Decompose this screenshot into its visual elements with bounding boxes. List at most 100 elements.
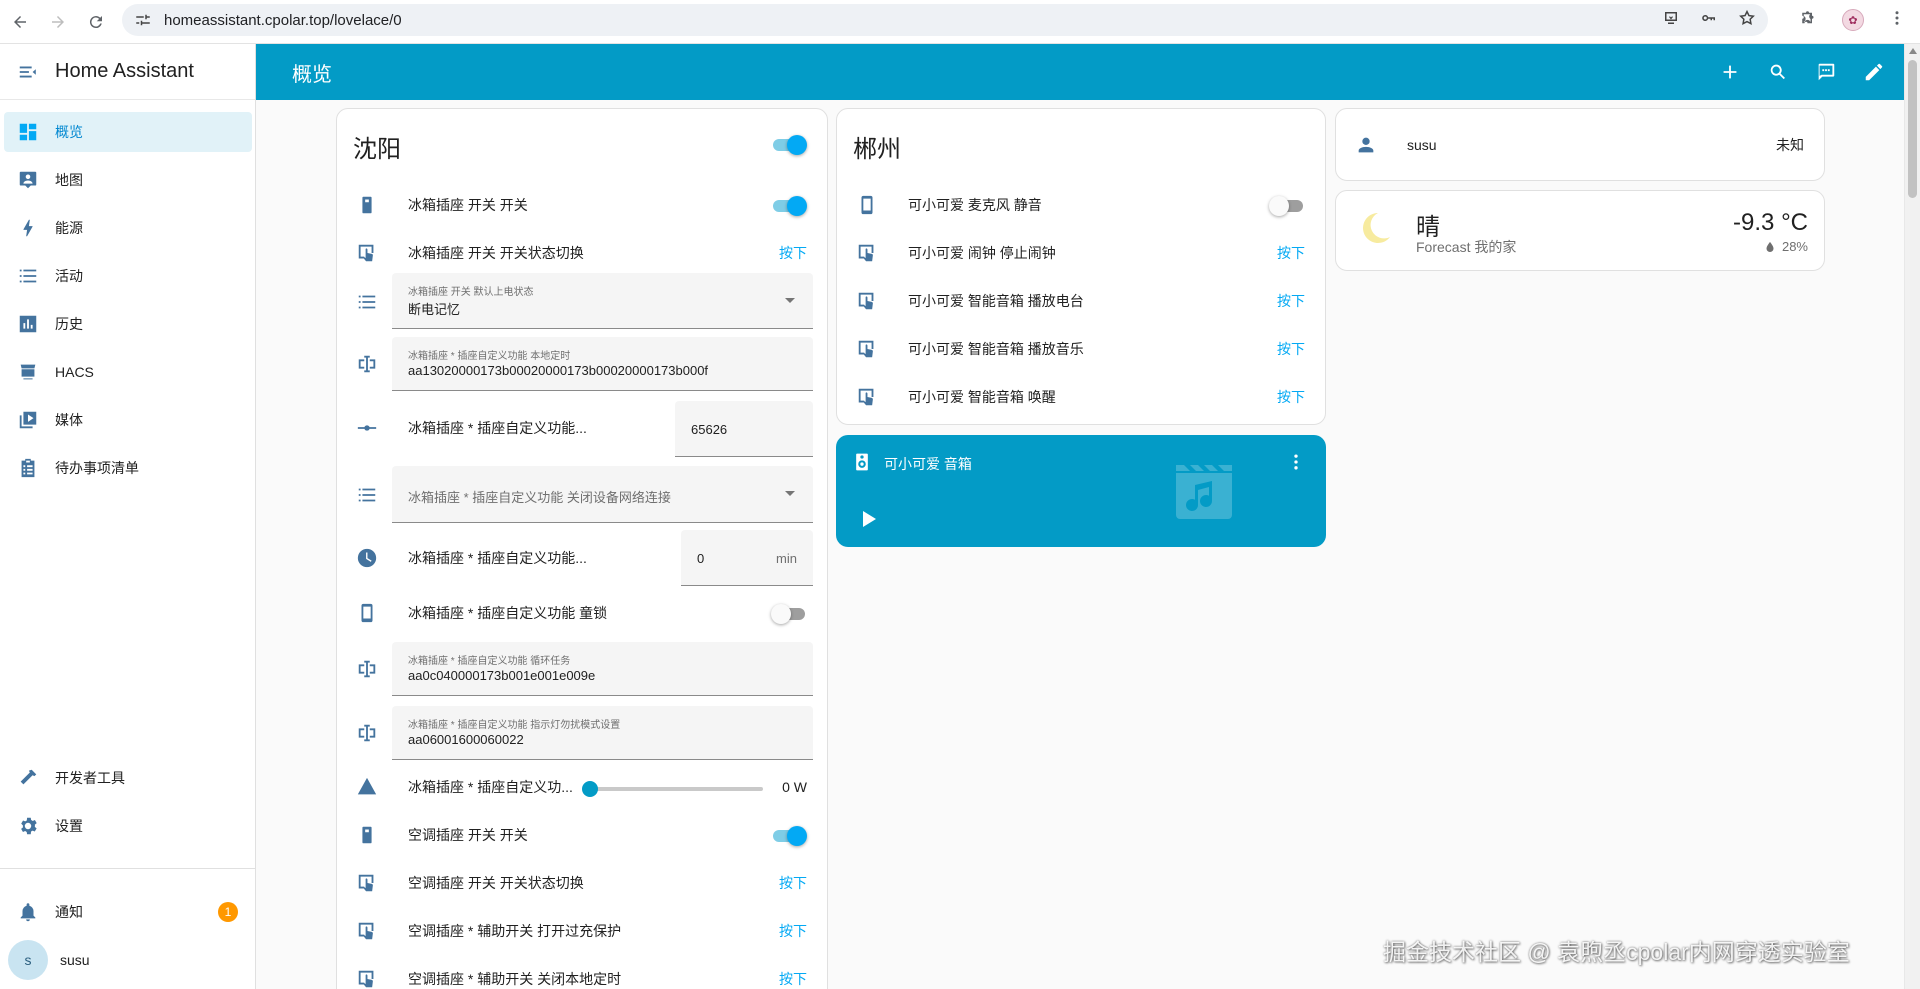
user-name: susu — [60, 952, 90, 968]
forward-icon[interactable] — [40, 4, 76, 40]
clock-icon — [355, 546, 379, 570]
assist-chat-icon[interactable] — [1802, 48, 1850, 96]
sidebar-item-label: 待办事项清单 — [55, 460, 139, 476]
entity-row: 冰箱插座 * 插座自定义功... 0 W — [337, 767, 827, 807]
back-icon[interactable] — [2, 4, 38, 40]
bookmark-star-icon[interactable] — [1738, 9, 1756, 32]
select-network-connection[interactable]: 冰箱插座 * 插座自定义功能 关闭设备网络连接 — [392, 466, 813, 523]
more-options-icon[interactable] — [1286, 452, 1306, 472]
press-button[interactable]: 按下 — [1277, 339, 1305, 359]
card-title: 郴州 — [853, 136, 901, 163]
text-loop-task[interactable]: 冰箱插座 * 插座自定义功能 循环任务 aa0c040000173b001e00… — [392, 642, 813, 696]
sidebar-item-label: 地图 — [55, 172, 83, 188]
gesture-tap-icon — [855, 289, 879, 313]
select-default-power-state[interactable]: 冰箱插座 开关 默认上电状态 断电记忆 — [392, 273, 813, 329]
press-button[interactable]: 按下 — [779, 969, 807, 989]
card-header-toggle[interactable] — [771, 134, 807, 155]
slider-track[interactable] — [582, 781, 763, 797]
scroll-up-arrow[interactable] — [1909, 48, 1917, 54]
sidebar-item-label: 概览 — [55, 124, 83, 140]
sidebar-item-todo[interactable]: 待办事项清单 — [4, 448, 252, 488]
number-input-minutes[interactable]: 0 min — [681, 530, 813, 586]
sidebar-item-label: 历史 — [55, 316, 83, 332]
list-icon — [4, 265, 52, 287]
entity-row: 冰箱插座 开关 开关状态切换 按下 — [337, 233, 827, 273]
site-settings-icon[interactable] — [134, 11, 152, 29]
sidebar-item-logbook[interactable]: 活动 — [4, 256, 252, 296]
sidebar-item-energy[interactable]: 能源 — [4, 208, 252, 248]
sidebar-item-user[interactable]: s susu — [4, 940, 252, 980]
text-indicator-dnd[interactable]: 冰箱插座 * 插座自定义功能 指示灯勿扰模式设置 aa0600160006002… — [392, 706, 813, 760]
entity-name: 空调插座 开关 开关状态切换 — [408, 875, 584, 891]
entity-name: 可小可爱 智能音箱 唤醒 — [908, 389, 1056, 405]
entity-name: 冰箱插座 * 插座自定义功能... — [408, 420, 587, 436]
weather-temperature: -9.3 °C — [1733, 209, 1808, 236]
sidebar-item-hacs[interactable]: HACS — [4, 352, 252, 392]
person-entity-card[interactable]: susu 未知 — [1335, 108, 1825, 181]
card-title: 沈阳 — [353, 136, 401, 163]
install-app-icon[interactable] — [1662, 9, 1680, 32]
sidebar-item-developer-tools[interactable]: 开发者工具 — [4, 758, 252, 798]
entity-name: 冰箱插座 开关 开关状态切换 — [408, 245, 584, 261]
entity-name: 空调插座 * 辅助开关 关闭本地定时 — [408, 971, 622, 987]
reload-icon[interactable] — [78, 4, 114, 40]
press-button[interactable]: 按下 — [779, 921, 807, 941]
menu-collapse-icon[interactable] — [0, 44, 56, 100]
entity-toggle[interactable] — [1269, 195, 1305, 216]
menu-kebab-icon[interactable] — [1888, 9, 1906, 32]
extensions-icon[interactable] — [1800, 9, 1818, 32]
scrollbar-thumb[interactable] — [1908, 60, 1917, 198]
weather-forecast-card[interactable]: 晴 Forecast 我的家 -9.3 °C 28% — [1335, 190, 1825, 271]
sidebar-item-media[interactable]: 媒体 — [4, 400, 252, 440]
edit-pencil-icon[interactable] — [1850, 48, 1898, 96]
notification-badge: 1 — [218, 902, 238, 922]
account-icon — [1354, 133, 1378, 157]
sidebar-item-notifications[interactable]: 通知 1 — [4, 892, 252, 932]
add-icon[interactable] — [1706, 48, 1754, 96]
text-local-timer[interactable]: 冰箱插座 * 插座自定义功能 本地定时 aa13020000173b000200… — [392, 337, 813, 391]
press-button[interactable]: 按下 — [1277, 291, 1305, 311]
profile-avatar[interactable]: ✿ — [1842, 9, 1864, 31]
alert-triangle-icon — [355, 775, 379, 799]
sidebar-item-history[interactable]: 历史 — [4, 304, 252, 344]
entity-toggle[interactable] — [771, 603, 807, 624]
sidebar-item-overview[interactable]: 概览 — [4, 112, 252, 152]
sidebar-item-settings[interactable]: 设置 — [4, 806, 252, 846]
entities-card-shenyang: 沈阳 冰箱插座 开关 开关 冰箱插座 开关 开关状态切换 按下 冰箱插座 开关 … — [336, 108, 828, 989]
entity-row: 空调插座 开关 开关状态切换 按下 — [337, 863, 827, 903]
press-button[interactable]: 按下 — [779, 873, 807, 893]
format-list-icon — [355, 290, 379, 314]
press-button[interactable]: 按下 — [1277, 387, 1305, 407]
speaker-icon — [852, 452, 872, 472]
entity-row[interactable]: 空调插座 开关 开关 — [337, 815, 827, 855]
entity-row[interactable]: 冰箱插座 * 插座自定义功能 童锁 — [337, 593, 827, 633]
entity-name: susu — [1407, 137, 1437, 153]
entity-toggle[interactable] — [771, 195, 807, 216]
play-icon[interactable] — [856, 507, 880, 531]
page-title: 概览 — [292, 63, 332, 86]
entity-row[interactable]: 冰箱插座 开关 开关 — [337, 185, 827, 225]
sidebar-item-map[interactable]: 地图 — [4, 160, 252, 200]
address-bar[interactable]: homeassistant.cpolar.top/lovelace/0 — [122, 4, 1768, 36]
gesture-tap-icon — [855, 337, 879, 361]
press-button[interactable]: 按下 — [1277, 243, 1305, 263]
field-value: 0 — [697, 551, 705, 566]
field-label: 冰箱插座 * 插座自定义功能 循环任务 — [408, 656, 571, 667]
password-key-icon[interactable] — [1700, 9, 1718, 32]
gesture-tap-icon — [855, 385, 879, 409]
number-input[interactable]: 65626 — [675, 401, 813, 457]
slider-handle[interactable] — [582, 781, 598, 797]
entity-name: 冰箱插座 * 插座自定义功... — [408, 779, 573, 795]
entity-toggle[interactable] — [771, 825, 807, 846]
entity-row[interactable]: 可小可爱 麦克风 静音 — [837, 185, 1325, 225]
field-value: aa06001600060022 — [408, 732, 524, 747]
chart-icon — [4, 313, 52, 335]
sidebar-item-label: HACS — [55, 364, 94, 380]
search-icon[interactable] — [1754, 48, 1802, 96]
press-button[interactable]: 按下 — [779, 243, 807, 263]
lightning-icon — [4, 217, 52, 239]
entity-row[interactable]: susu 未知 — [1336, 125, 1824, 165]
page-scrollbar[interactable] — [1904, 44, 1920, 989]
field-label: 冰箱插座 * 插座自定义功能 本地定时 — [408, 351, 571, 362]
sidebar-item-label: 活动 — [55, 268, 83, 284]
